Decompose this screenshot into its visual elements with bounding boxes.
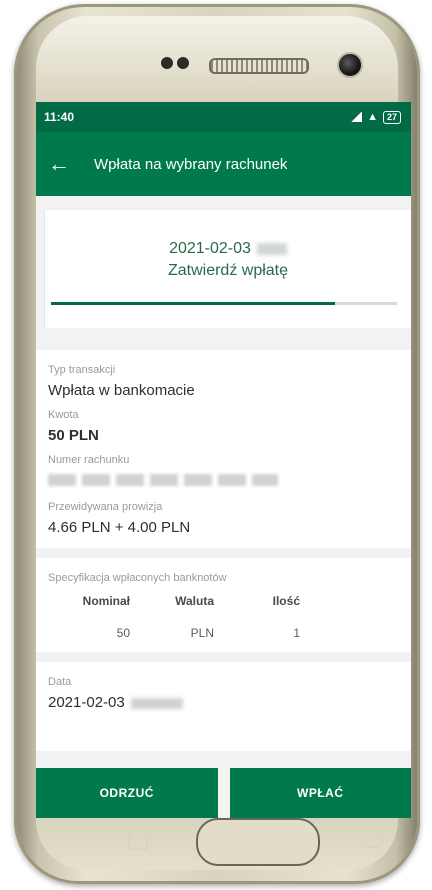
- table-row: 50 PLN 1: [48, 626, 308, 640]
- status-icons: ▲ 27: [350, 110, 401, 124]
- home-button[interactable]: [196, 818, 320, 866]
- blurred-account-number: [48, 474, 278, 486]
- column-header: Waluta: [175, 594, 214, 608]
- front-camera: [337, 52, 363, 78]
- app-bar: ← Wpłata na wybrany rachunek: [36, 132, 411, 196]
- banknotes-label: Specyfikacja wpłaconych banknotów: [48, 572, 227, 584]
- confirm-title: Zatwierdź wpłatę: [167, 262, 289, 279]
- date-value: 2021-02-03: [48, 694, 125, 711]
- amount-value: 50 PLN: [48, 427, 99, 444]
- cell-quantity: 1: [293, 626, 300, 640]
- back-arrow-icon[interactable]: ←: [48, 151, 82, 177]
- deposit-button[interactable]: WPŁAĆ: [229, 768, 411, 818]
- status-bar: 11:40 ▲ 27: [36, 102, 411, 132]
- account-label: Numer rachunku: [48, 454, 130, 466]
- recents-icon[interactable]: [128, 830, 148, 850]
- details-card: Typ transakcji Wpłata w bankomacie Kwota…: [36, 350, 411, 548]
- status-time: 11:40: [44, 110, 75, 124]
- back-key-icon[interactable]: [364, 830, 384, 848]
- date-value-row: 2021-02-03: [48, 694, 401, 711]
- column-header: Nominał: [82, 594, 130, 608]
- battery-icon: 27: [382, 110, 401, 124]
- blurred-time: [256, 242, 287, 255]
- earpiece-speaker: [209, 58, 309, 74]
- date-card: Data 2021-02-03: [36, 662, 411, 751]
- wifi-icon: ▲: [367, 111, 378, 123]
- cell-currency: PLN: [190, 626, 214, 640]
- confirm-card: 2021-02-03 Zatwierdź wpłatę: [44, 210, 411, 328]
- type-label: Typ transakcji: [48, 364, 116, 376]
- sensor-dots: [161, 56, 197, 70]
- type-value: Wpłata w bankomacie: [48, 382, 195, 399]
- column-header: Ilość: [272, 594, 300, 608]
- banknotes-card: Specyfikacja wpłaconych banknotów Nomina…: [36, 558, 411, 652]
- progress-fill: [51, 302, 335, 305]
- banknotes-table: Nominał Waluta Ilość 50 PLN 1: [48, 594, 308, 640]
- reject-button[interactable]: ODRZUĆ: [36, 768, 218, 818]
- page-title: Wpłata na wybrany rachunek: [94, 155, 288, 173]
- amount-label: Kwota: [48, 409, 79, 421]
- cell-nominal: 50: [116, 626, 130, 640]
- commission-value: 4.66 PLN + 4.00 PLN: [48, 519, 191, 536]
- confirm-date: 2021-02-03: [45, 240, 411, 258]
- commission-label: Przewidywana prowizja: [48, 501, 163, 513]
- date-label: Data: [48, 676, 72, 688]
- progress-bar: [51, 302, 397, 305]
- blurred-time: [130, 697, 183, 709]
- signal-icon: [350, 112, 363, 122]
- phone-top-bezel: [36, 16, 398, 108]
- table-header: Nominał Waluta Ilość: [48, 594, 308, 608]
- phone-screen: 11:40 ▲ 27 ← Wpłata na wybrany rachunek …: [36, 102, 411, 818]
- confirm-date-text: 2021-02-03: [169, 240, 251, 257]
- action-bar: ODRZUĆ WPŁAĆ: [36, 768, 411, 818]
- content-scroll[interactable]: 2021-02-03 Zatwierdź wpłatę Typ transakc…: [36, 196, 411, 818]
